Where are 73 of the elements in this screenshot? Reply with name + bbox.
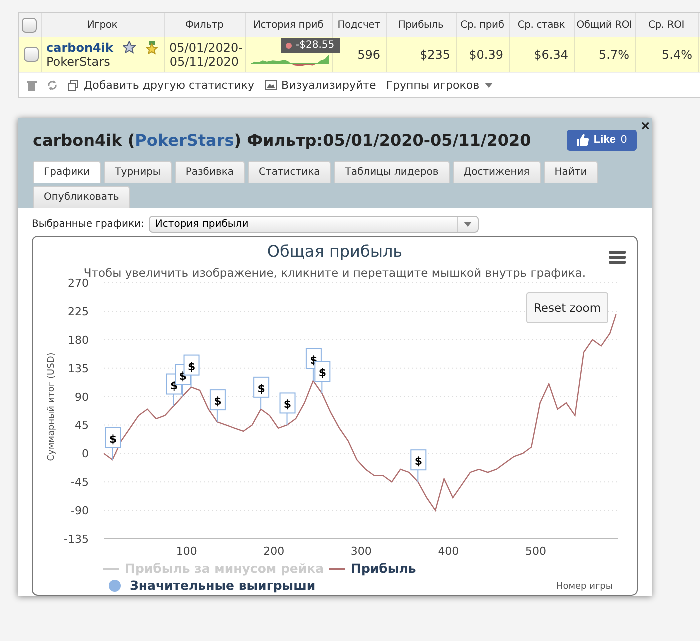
- tab[interactable]: Таблицы лидеров: [334, 161, 450, 183]
- toolbar-button[interactable]: Группы игроков: [386, 78, 493, 92]
- x-tick-label: 500: [525, 545, 546, 558]
- total-roi-value: 5.7%: [599, 48, 630, 62]
- x-tick-label: 300: [350, 545, 372, 558]
- like-button[interactable]: Like 0: [567, 130, 637, 150]
- chart-title: Общая прибыль: [267, 242, 403, 261]
- select-label: Выбранные графики:: [32, 219, 144, 230]
- select-all-checkbox[interactable]: [22, 18, 38, 32]
- panel-title: ) Фильтр:05/01/2020-05/11/2020: [234, 130, 532, 150]
- refresh-icon: [47, 80, 58, 90]
- y-tick-label: -135: [64, 533, 89, 546]
- avg-profit-value: $0.39: [469, 48, 504, 62]
- chart-subtitle: Чтобы увеличить изображение, кликните и перетащите мышкой внутрь графика.: [84, 266, 586, 280]
- thumbs-up-icon: [576, 134, 589, 146]
- star-icon: [123, 41, 136, 54]
- copy-icon: [68, 80, 79, 90]
- column-header[interactable]: Игрок: [87, 20, 118, 30]
- player-link[interactable]: carbon4ik: [46, 40, 114, 54]
- annotation: $: [109, 432, 118, 446]
- y-tick-label: 0: [82, 448, 89, 461]
- tab[interactable]: Статистика: [248, 161, 332, 183]
- y-tick-label: -90: [71, 504, 89, 518]
- y-tick-label: 225: [68, 305, 89, 318]
- x-axis-title: Номер игры: [556, 582, 613, 592]
- site-link[interactable]: PokerStars: [135, 130, 234, 150]
- panel-title: carbon4ik (: [33, 130, 136, 150]
- tab[interactable]: Достижения: [452, 161, 541, 183]
- chart-select[interactable]: История прибыли: [149, 216, 480, 233]
- x-tick-label: 100: [176, 545, 198, 558]
- trash-icon: [27, 80, 37, 90]
- y-axis-title: Суммарный итог (USD): [47, 352, 57, 462]
- annotation: $: [284, 398, 292, 412]
- menu-icon[interactable]: [609, 251, 626, 264]
- annotation: $: [414, 455, 422, 468]
- y-tick-label: 45: [75, 419, 89, 432]
- x-tick-label: 400: [438, 545, 460, 558]
- tab[interactable]: Разбивка: [174, 161, 246, 183]
- medal-icon: [146, 40, 158, 54]
- close-button[interactable]: ×: [641, 118, 650, 135]
- tab[interactable]: Турниры: [104, 161, 172, 183]
- tooltip-value: -$28.55: [296, 40, 335, 51]
- tab[interactable]: Графики: [33, 161, 102, 183]
- filter-date: 05/01/2020-: [170, 40, 243, 54]
- annotation: $: [214, 395, 222, 408]
- y-tick-label: 270: [68, 277, 89, 290]
- annotation: $: [258, 382, 266, 396]
- tab[interactable]: Найти: [544, 161, 598, 183]
- legend-item[interactable]: Прибыль: [329, 561, 416, 576]
- x-tick-label: 200: [264, 545, 285, 558]
- toolbar-button[interactable]: Добавить другую статистику: [68, 78, 255, 92]
- row-checkbox[interactable]: [24, 47, 39, 62]
- toolbar-icon-button[interactable]: [47, 80, 58, 90]
- y-tick-label: 90: [75, 390, 89, 404]
- toolbar-icon-button[interactable]: [27, 80, 37, 90]
- caret-icon: [464, 222, 472, 227]
- avg-stake-value: $6.34: [534, 48, 568, 62]
- avg-roi-value: 5.4%: [662, 48, 692, 62]
- count-value: 596: [358, 48, 380, 62]
- y-tick-label: 180: [68, 334, 89, 347]
- y-tick-label: 135: [68, 362, 89, 376]
- legend-item[interactable]: Значительные выигрыши: [109, 578, 316, 593]
- toolbar-button[interactable]: Визуализируйте: [264, 78, 376, 92]
- tab[interactable]: Опубликовать: [33, 186, 130, 208]
- reset-zoom-button[interactable]: Reset zoom: [526, 292, 608, 324]
- site-name: PokerStars: [46, 54, 110, 68]
- filter-date: 05/11/2020: [170, 54, 240, 68]
- legend-label: Прибыль: [351, 561, 416, 576]
- dot-icon: [286, 42, 292, 48]
- y-tick-label: -45: [71, 476, 89, 490]
- caret-icon: [484, 82, 493, 88]
- profit-value: $235: [420, 48, 450, 62]
- image-icon: [264, 80, 277, 90]
